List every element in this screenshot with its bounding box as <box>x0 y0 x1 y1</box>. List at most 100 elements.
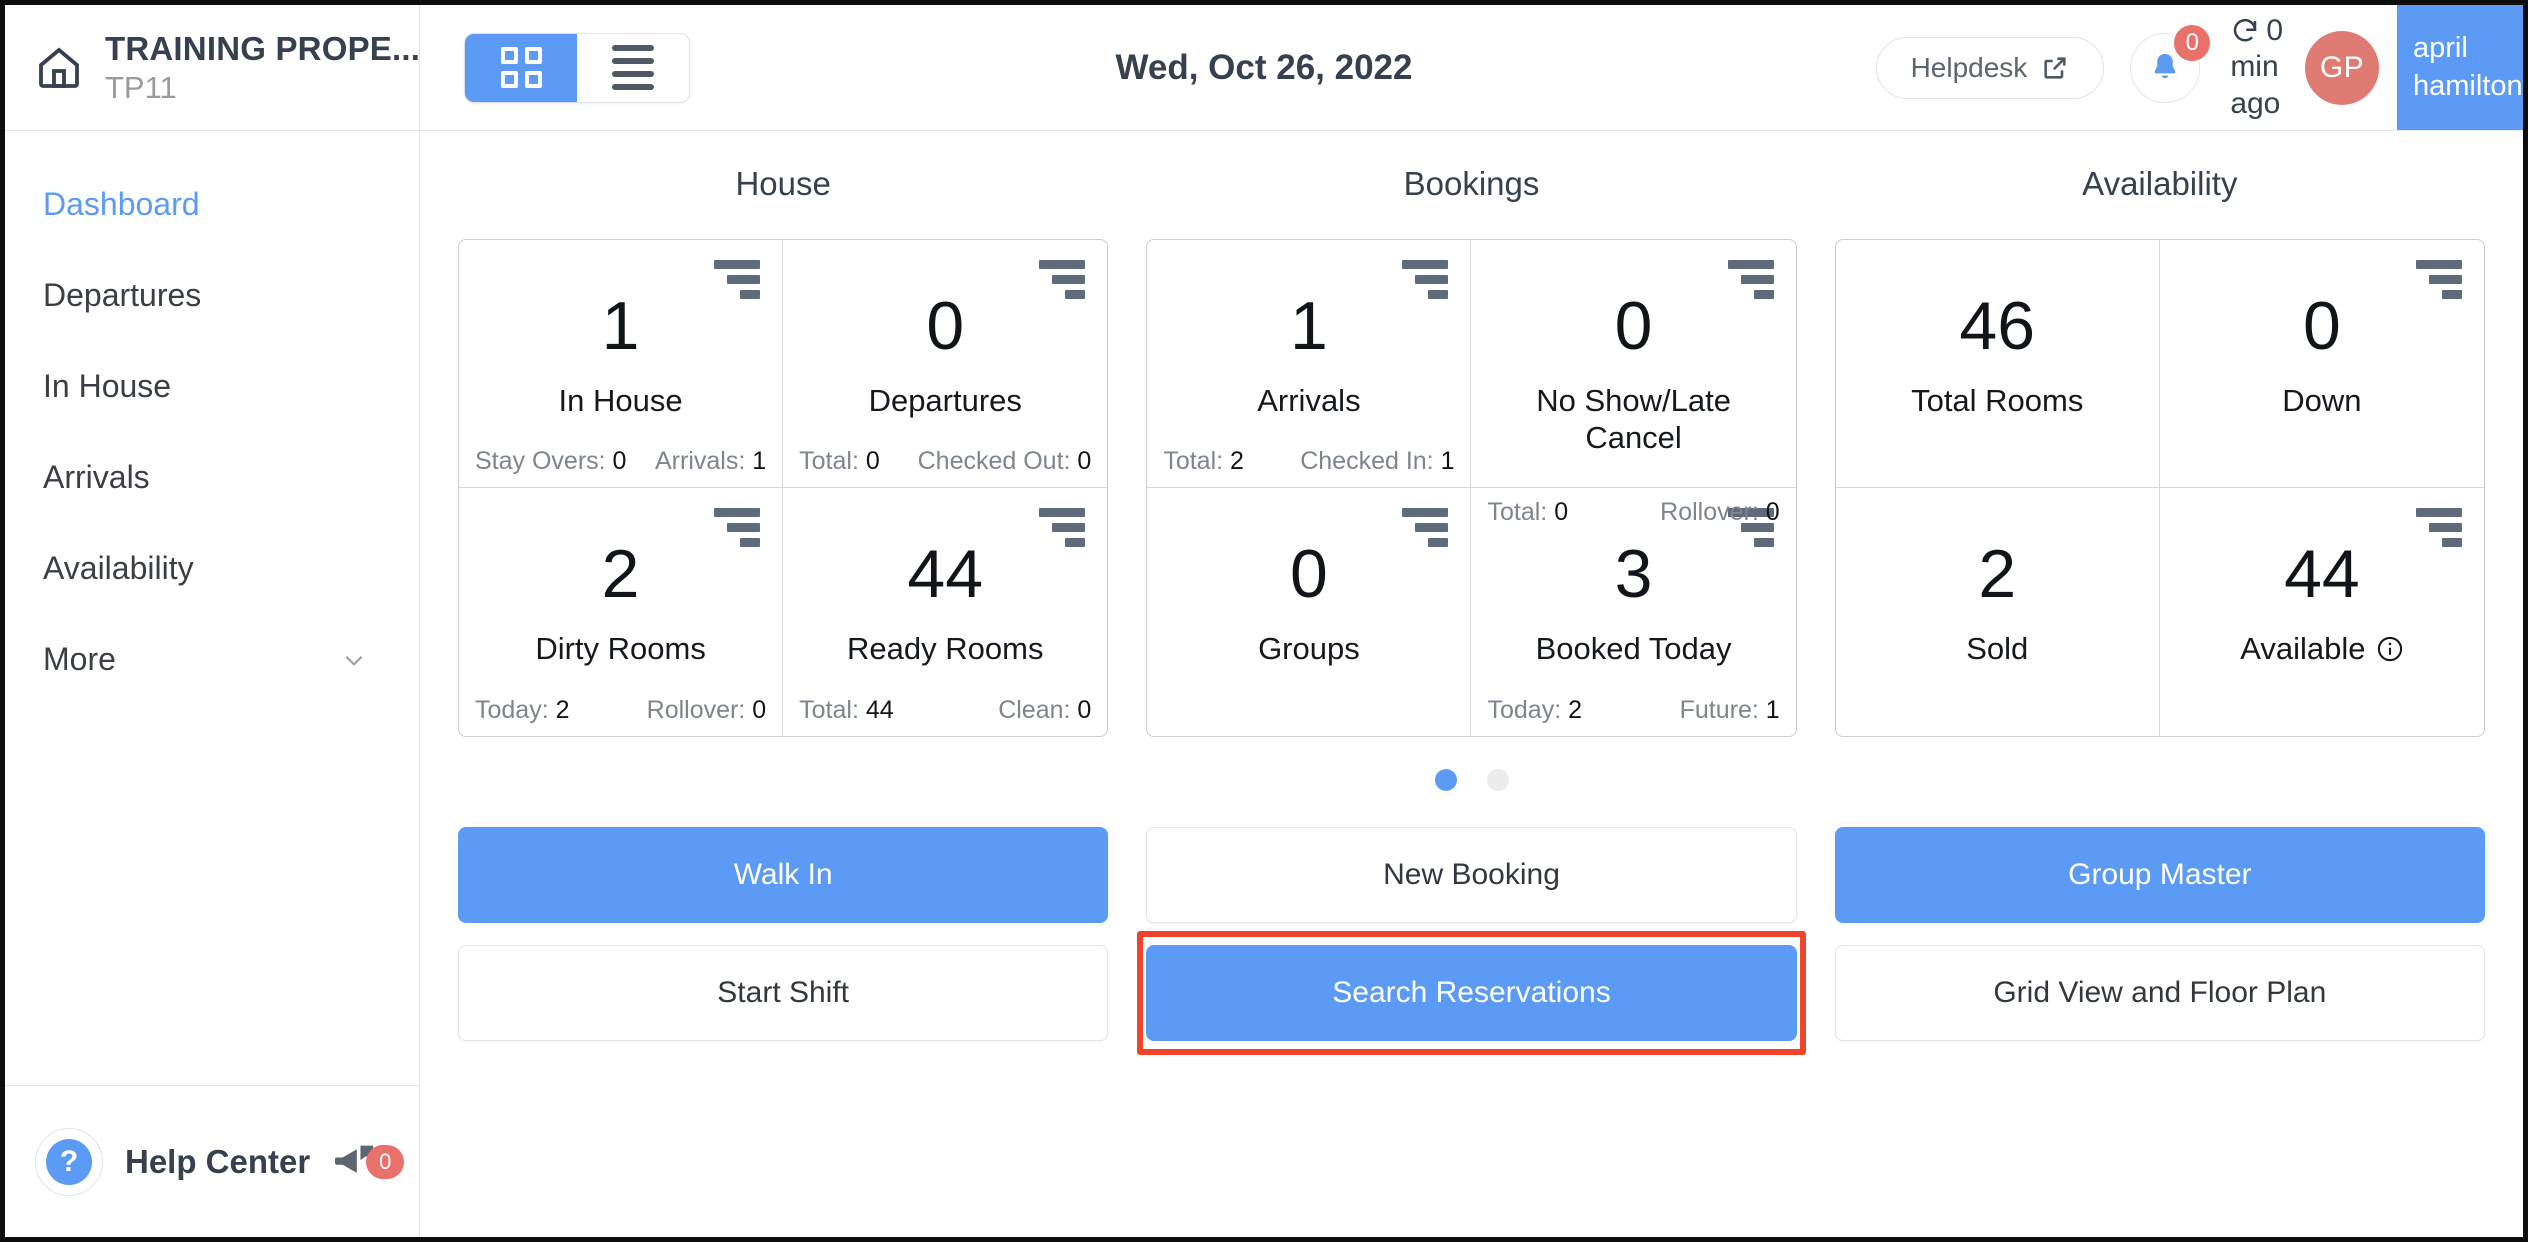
section-house: House 1 In House Stay Overs: 0 Arrivals:… <box>458 165 1108 737</box>
sidebar-item-in-house[interactable]: In House <box>5 341 419 432</box>
section-title: House <box>458 165 1108 203</box>
bar-chart-icon[interactable] <box>2416 260 2462 299</box>
foot-left-label: Stay Overs: <box>475 447 606 475</box>
info-icon[interactable] <box>2376 635 2404 663</box>
action-cell-highlighted: Search Reservations <box>1146 945 1796 1041</box>
new-booking-button[interactable]: New Booking <box>1146 827 1796 923</box>
foot-right-value: 0 <box>1766 498 1780 526</box>
card-value: 2 <box>602 540 640 608</box>
list-icon <box>612 45 654 90</box>
sidebar-item-availability[interactable]: Availability <box>5 523 419 614</box>
bar-chart-icon[interactable] <box>1039 260 1085 299</box>
card-label: Arrivals <box>1257 382 1360 419</box>
bar-chart-icon[interactable] <box>1039 508 1085 547</box>
foot-right-value: 1 <box>752 447 766 475</box>
card-label: Booked Today <box>1536 630 1732 667</box>
user-menu-button[interactable]: april hamilton <box>2397 5 2523 130</box>
card-label: No Show/Late Cancel <box>1491 382 1775 456</box>
card-sold[interactable]: 2 Sold <box>1836 488 2160 736</box>
foot-right-label: Checked In: <box>1300 447 1433 475</box>
bar-chart-icon[interactable] <box>714 508 760 547</box>
card-footer: Today: 2 Rollover: 0 <box>475 696 766 725</box>
last-refresh[interactable]: 0 min ago <box>2230 13 2283 123</box>
sidebar-spacer <box>5 705 419 1085</box>
card-no-show-late-cancel[interactable]: 0 No Show/Late Cancel Total: 0 Rollover:… <box>1471 240 1795 488</box>
pagination-dot-1[interactable] <box>1435 769 1457 791</box>
start-shift-button[interactable]: Start Shift <box>458 945 1108 1041</box>
action-cell: New Booking <box>1146 827 1796 923</box>
foot-right-label: Rollover: <box>1660 498 1759 526</box>
sidebar-item-label: More <box>43 641 116 678</box>
refresh-count: 0 <box>2266 13 2283 50</box>
foot-right-label: Clean: <box>998 696 1070 724</box>
search-reservations-button[interactable]: Search Reservations <box>1146 945 1796 1041</box>
chevron-down-icon <box>341 647 367 673</box>
foot-left-value: 2 <box>1568 696 1582 724</box>
action-cell: Start Shift <box>458 945 1108 1041</box>
card-groups[interactable]: 0 Groups <box>1147 488 1471 736</box>
user-name-line1: april <box>2413 30 2507 67</box>
card-value: 44 <box>2284 540 2360 608</box>
group-master-button[interactable]: Group Master <box>1835 827 2485 923</box>
home-icon <box>35 44 83 92</box>
foot-right-label: Checked Out: <box>918 447 1071 475</box>
avatar[interactable]: GP <box>2305 31 2379 105</box>
foot-left-value: 44 <box>866 696 894 724</box>
card-footer: Total: 44 Clean: 0 <box>799 696 1091 725</box>
helpdesk-label: Helpdesk <box>1911 52 2028 84</box>
card-label-text: Available <box>2240 630 2365 667</box>
refresh-icon <box>2230 16 2260 46</box>
section-title: Bookings <box>1146 165 1796 203</box>
card-label: Total Rooms <box>1911 382 2083 419</box>
card-ready-rooms[interactable]: 44 Ready Rooms Total: 44 Clean: 0 <box>783 488 1107 736</box>
property-brand[interactable]: TRAINING PROPE... TP11 <box>5 5 420 130</box>
foot-left-value: 0 <box>1554 498 1568 526</box>
announcements-badge: 0 <box>366 1145 404 1179</box>
view-toggle[interactable] <box>464 33 690 103</box>
card-value: 0 <box>1615 292 1653 360</box>
card-available[interactable]: 44 Available <box>2160 488 2484 736</box>
pagination-dot-2[interactable] <box>1487 769 1509 791</box>
foot-left-label: Today: <box>1487 696 1561 724</box>
foot-left-value: 2 <box>556 696 570 724</box>
card-label: Departures <box>869 382 1022 419</box>
sidebar-item-label: Dashboard <box>43 186 200 223</box>
sidebar-item-departures[interactable]: Departures <box>5 250 419 341</box>
external-link-icon <box>2041 54 2069 82</box>
grid-view-floor-plan-button[interactable]: Grid View and Floor Plan <box>1835 945 2485 1041</box>
bar-chart-icon[interactable] <box>714 260 760 299</box>
sidebar-item-arrivals[interactable]: Arrivals <box>5 432 419 523</box>
section-bookings: Bookings 1 Arrivals Total: 2 Checked In:… <box>1146 165 1796 737</box>
action-cell: Walk In <box>458 827 1108 923</box>
card-total-rooms[interactable]: 46 Total Rooms <box>1836 240 2160 488</box>
user-name-line2: hamilton <box>2413 68 2507 105</box>
bar-chart-icon[interactable] <box>2416 508 2462 547</box>
sidebar-item-more[interactable]: More <box>5 614 419 705</box>
card-arrivals[interactable]: 1 Arrivals Total: 2 Checked In: 1 <box>1147 240 1471 488</box>
card-in-house[interactable]: 1 In House Stay Overs: 0 Arrivals: 1 <box>459 240 783 488</box>
card-footer: Total: 2 Checked In: 1 <box>1163 447 1454 476</box>
sidebar-item-dashboard[interactable]: Dashboard <box>5 159 419 250</box>
foot-right-value: 0 <box>1077 447 1091 475</box>
card-footer: Today: 2 Future: 1 <box>1487 696 1779 725</box>
card-down[interactable]: 0 Down <box>2160 240 2484 488</box>
card-departures[interactable]: 0 Departures Total: 0 Checked Out: 0 <box>783 240 1107 488</box>
card-group: 1 In House Stay Overs: 0 Arrivals: 1 0 D… <box>458 239 1108 737</box>
foot-right-label: Rollover: <box>647 696 746 724</box>
card-label: Groups <box>1258 630 1360 667</box>
list-view-button[interactable] <box>577 34 689 102</box>
property-name: TRAINING PROPE... <box>105 30 420 68</box>
help-center[interactable]: ? Help Center 0 <box>5 1085 419 1237</box>
foot-right-value: 1 <box>1766 696 1780 724</box>
announcements[interactable]: 0 <box>332 1142 404 1182</box>
foot-right-value: 1 <box>1441 447 1455 475</box>
card-value: 44 <box>907 540 983 608</box>
bar-chart-icon[interactable] <box>1728 260 1774 299</box>
card-value: 0 <box>1290 540 1328 608</box>
helpdesk-button[interactable]: Helpdesk <box>1876 37 2105 99</box>
bar-chart-icon[interactable] <box>1402 508 1448 547</box>
card-dirty-rooms[interactable]: 2 Dirty Rooms Today: 2 Rollover: 0 <box>459 488 783 736</box>
bar-chart-icon[interactable] <box>1402 260 1448 299</box>
walk-in-button[interactable]: Walk In <box>458 827 1108 923</box>
grid-view-button[interactable] <box>465 34 577 102</box>
